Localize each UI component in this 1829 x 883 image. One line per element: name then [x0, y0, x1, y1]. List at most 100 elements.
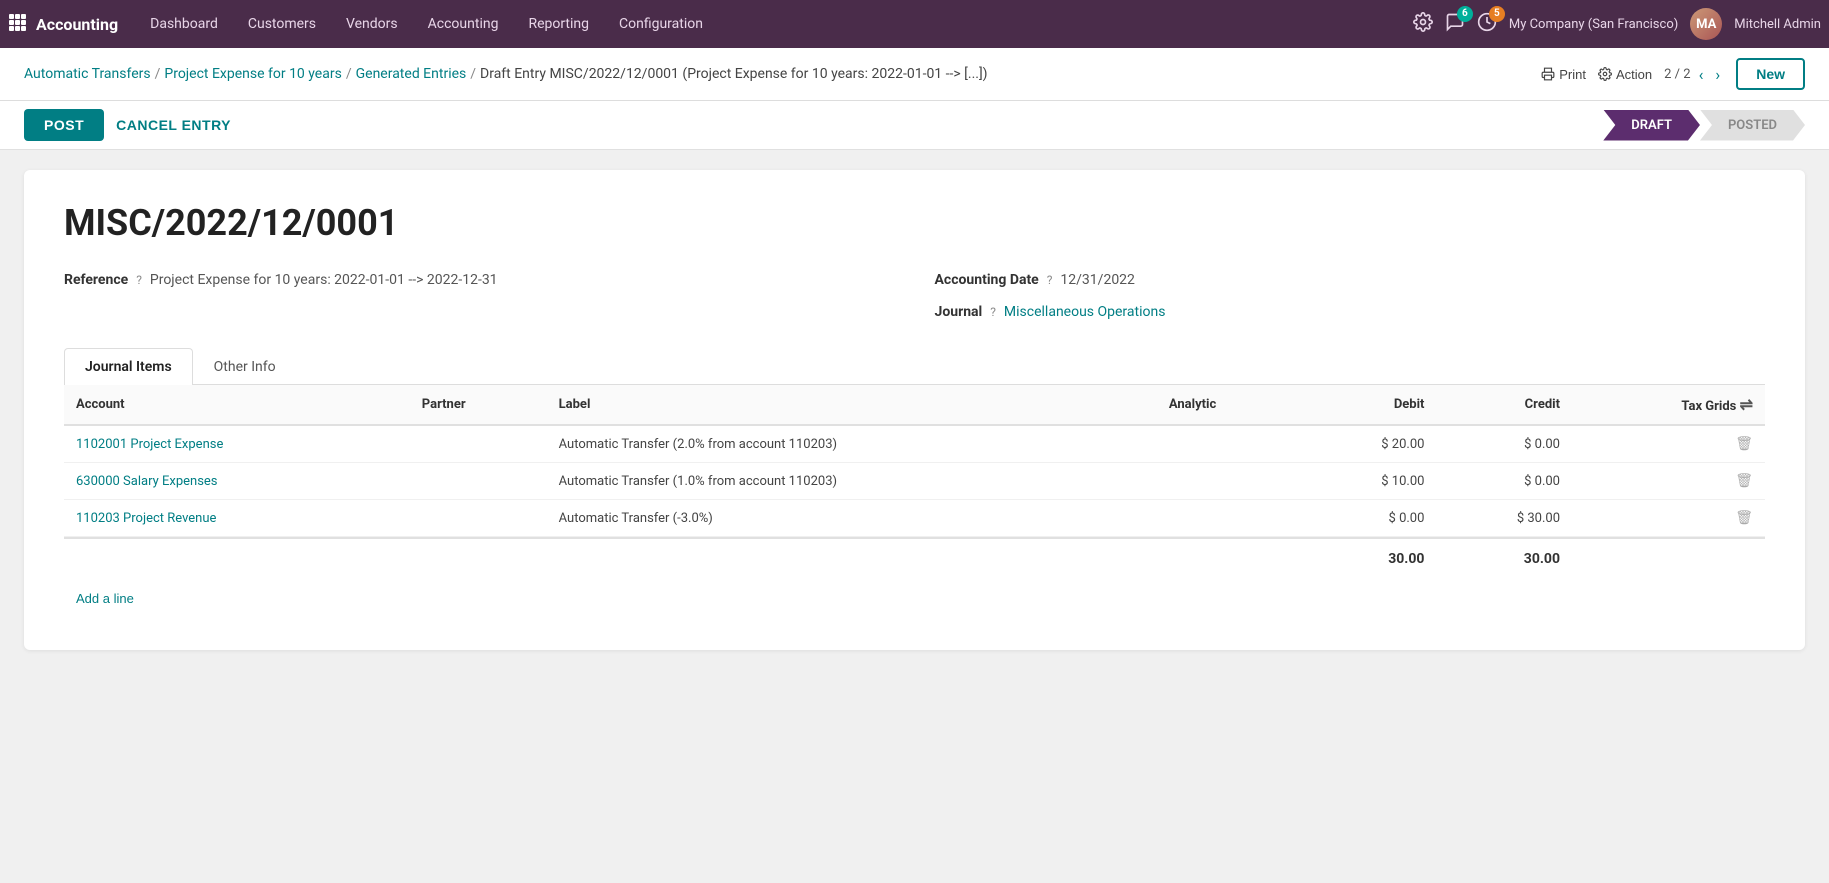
accounting-date-help-icon: ? — [1047, 273, 1053, 287]
cell-credit-2: $ 30.00 — [1436, 500, 1572, 537]
accounting-date-value: 12/31/2022 — [1060, 272, 1135, 288]
settings-icon-btn[interactable] — [1413, 12, 1433, 37]
form-col-right: Accounting Date ? 12/31/2022 Journal ? M… — [935, 272, 1766, 320]
cancel-entry-button[interactable]: CANCEL ENTRY — [116, 117, 231, 133]
total-debit: 30.00 — [1301, 538, 1437, 579]
status-draft[interactable]: DRAFT — [1603, 110, 1700, 141]
tab-journal-items[interactable]: Journal Items — [64, 348, 193, 385]
form-col-left: Reference ? Project Expense for 10 years… — [64, 272, 895, 320]
tab-bar: Journal Items Other Info — [64, 348, 1765, 385]
app-brand: Accounting — [36, 15, 118, 34]
nav-customers[interactable]: Customers — [234, 10, 330, 38]
cell-partner-2 — [410, 500, 547, 537]
nav-dashboard[interactable]: Dashboard — [136, 10, 232, 38]
breadcrumb-sep-0: / — [155, 66, 161, 82]
chat-badge: 6 — [1457, 6, 1473, 22]
breadcrumb-link-0[interactable]: Automatic Transfers — [24, 66, 151, 82]
post-button[interactable]: POST — [24, 109, 104, 141]
journal-table: Account Partner Label Analytic Debit Cre… — [64, 385, 1765, 579]
pagination-prev[interactable]: ‹ — [1695, 63, 1708, 86]
table-row: 630000 Salary Expenses Automatic Transfe… — [64, 463, 1765, 500]
entry-title: MISC/2022/12/0001 — [64, 202, 1765, 244]
nav-configuration[interactable]: Configuration — [605, 10, 717, 38]
breadcrumb-actions: Print Action 2 / 2 ‹ › New — [1541, 58, 1805, 90]
activity-icon-btn[interactable]: 5 — [1477, 12, 1497, 37]
col-header-analytic: Analytic — [1157, 385, 1301, 425]
accounting-date-label: Accounting Date — [935, 272, 1039, 288]
totals-last — [1572, 538, 1765, 579]
col-header-partner: Partner — [410, 385, 547, 425]
table-row: 110203 Project Revenue Automatic Transfe… — [64, 500, 1765, 537]
cell-label-1: Automatic Transfer (1.0% from account 11… — [547, 463, 1157, 500]
avatar[interactable]: MA — [1690, 8, 1722, 40]
add-line-button[interactable]: Add a line — [64, 583, 146, 614]
username: Mitchell Admin — [1734, 17, 1821, 32]
cell-credit-1: $ 0.00 — [1436, 463, 1572, 500]
reference-help-icon: ? — [136, 273, 142, 287]
action-bar: POST CANCEL ENTRY DRAFT POSTED — [0, 101, 1829, 150]
cell-account-2: 110203 Project Revenue — [64, 500, 410, 537]
cell-partner-1 — [410, 463, 547, 500]
cell-account-1: 630000 Salary Expenses — [64, 463, 410, 500]
table-header-row: Account Partner Label Analytic Debit Cre… — [64, 385, 1765, 425]
cell-partner-0 — [410, 425, 547, 463]
journal-label: Journal — [935, 304, 983, 320]
nav-vendors[interactable]: Vendors — [332, 10, 412, 38]
form-fields: Reference ? Project Expense for 10 years… — [64, 272, 1765, 320]
cell-debit-1: $ 10.00 — [1301, 463, 1437, 500]
cell-account-0: 1102001 Project Expense — [64, 425, 410, 463]
reference-row: Reference ? Project Expense for 10 years… — [64, 272, 895, 288]
table-row: 1102001 Project Expense Automatic Transf… — [64, 425, 1765, 463]
nav-reporting[interactable]: Reporting — [514, 10, 603, 38]
print-button[interactable]: Print — [1541, 67, 1586, 82]
topnav-right-area: 6 5 My Company (San Francisco) MA Mitche… — [1413, 8, 1821, 40]
action-button[interactable]: Action — [1598, 67, 1652, 82]
pagination: 2 / 2 ‹ › — [1664, 63, 1724, 86]
col-header-label: Label — [547, 385, 1157, 425]
pagination-next[interactable]: › — [1711, 63, 1724, 86]
cell-delete-0[interactable]: 🗑 — [1572, 425, 1765, 463]
main-content: MISC/2022/12/0001 Reference ? Project Ex… — [0, 150, 1829, 670]
delete-icon-2[interactable]: 🗑 — [1735, 510, 1753, 526]
status-posted[interactable]: POSTED — [1700, 110, 1805, 141]
cell-analytic-1 — [1157, 463, 1301, 500]
cell-debit-2: $ 0.00 — [1301, 500, 1437, 537]
breadcrumb-sep-1: / — [346, 66, 352, 82]
grid-menu-icon[interactable] — [8, 13, 26, 35]
cell-label-2: Automatic Transfer (-3.0%) — [547, 500, 1157, 537]
journal-row: Journal ? Miscellaneous Operations — [935, 304, 1766, 320]
chat-icon-btn[interactable]: 6 — [1445, 12, 1465, 37]
delete-icon-1[interactable]: 🗑 — [1735, 473, 1753, 489]
cell-delete-2[interactable]: 🗑 — [1572, 500, 1765, 537]
accounting-date-row: Accounting Date ? 12/31/2022 — [935, 272, 1766, 288]
reference-value: Project Expense for 10 years: 2022-01-01… — [150, 272, 498, 288]
cell-credit-0: $ 0.00 — [1436, 425, 1572, 463]
breadcrumb-bar: Automatic Transfers / Project Expense fo… — [0, 48, 1829, 101]
totals-row: 30.00 30.00 — [64, 538, 1765, 579]
cell-analytic-0 — [1157, 425, 1301, 463]
totals-spacer — [64, 538, 1301, 579]
col-header-credit: Credit — [1436, 385, 1572, 425]
new-button[interactable]: New — [1736, 58, 1805, 90]
action-bar-left: POST CANCEL ENTRY — [24, 109, 231, 141]
delete-icon-0[interactable]: 🗑 — [1735, 436, 1753, 452]
breadcrumb-current: Draft Entry MISC/2022/12/0001 (Project E… — [480, 66, 988, 82]
breadcrumb-sep-2: / — [470, 66, 476, 82]
status-stepper: DRAFT POSTED — [1603, 110, 1805, 141]
top-navigation: Accounting Dashboard Customers Vendors A… — [0, 0, 1829, 48]
breadcrumb-link-1[interactable]: Project Expense for 10 years — [164, 66, 341, 82]
breadcrumb-link-2[interactable]: Generated Entries — [356, 66, 467, 82]
nav-accounting[interactable]: Accounting — [414, 10, 513, 38]
column-settings-icon[interactable]: ⇌ — [1740, 395, 1753, 414]
cell-analytic-2 — [1157, 500, 1301, 537]
top-menu: Dashboard Customers Vendors Accounting R… — [136, 10, 1411, 38]
cell-delete-1[interactable]: 🗑 — [1572, 463, 1765, 500]
col-header-taxgrids: Tax Grids ⇌ — [1572, 385, 1765, 425]
form-card: MISC/2022/12/0001 Reference ? Project Ex… — [24, 170, 1805, 650]
col-header-account: Account — [64, 385, 410, 425]
tab-other-info[interactable]: Other Info — [193, 348, 297, 385]
cell-debit-0: $ 20.00 — [1301, 425, 1437, 463]
journal-value[interactable]: Miscellaneous Operations — [1004, 304, 1166, 320]
activity-badge: 5 — [1489, 6, 1505, 22]
journal-help-icon: ? — [990, 305, 996, 319]
